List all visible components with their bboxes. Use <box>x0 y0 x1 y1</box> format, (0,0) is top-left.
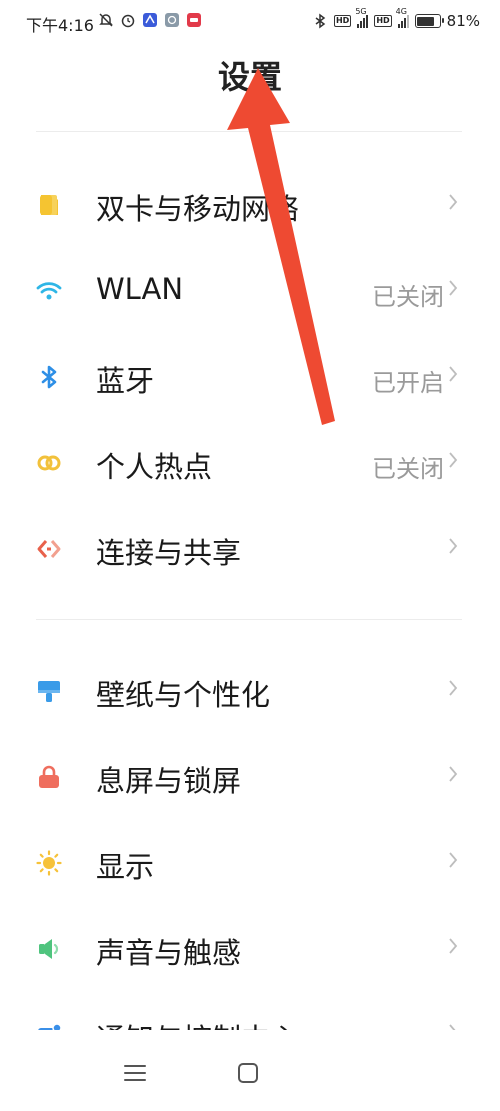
settings-item-bluetooth[interactable]: 蓝牙 已开启 <box>0 334 500 420</box>
bluetooth-icon <box>36 364 62 390</box>
lock-icon <box>36 764 62 790</box>
settings-item-hotspot[interactable]: 个人热点 已关闭 <box>0 420 500 506</box>
settings-item-label: 蓝牙 <box>96 364 155 398</box>
chevron-right-icon <box>448 537 458 555</box>
sun-icon <box>36 850 62 876</box>
status-bar: 下午4:16 HD 5G HD 4G 81% <box>0 0 500 44</box>
settings-item-value: 已关闭 <box>372 283 444 311</box>
sound-icon <box>36 936 62 962</box>
settings-item-label: 显示 <box>96 850 155 884</box>
chevron-right-icon <box>448 193 458 211</box>
settings-item-value: 已关闭 <box>372 455 444 483</box>
settings-item-label: 声音与触感 <box>96 936 242 970</box>
settings-item-dual-sim[interactable]: 双卡与移动网络 <box>0 162 500 248</box>
chevron-right-icon <box>448 765 458 783</box>
status-right: HD 5G HD 4G 81% <box>312 7 480 30</box>
chevron-right-icon <box>448 937 458 955</box>
menu-icon[interactable] <box>124 1064 146 1082</box>
connection-share-icon <box>36 536 62 562</box>
navigation-bar <box>0 1030 500 1111</box>
battery-percent: 81% <box>446 12 480 30</box>
section-divider <box>36 131 462 132</box>
app-notification-icon <box>164 12 180 28</box>
settings-item-label: 连接与共享 <box>96 536 242 570</box>
sim-card-icon <box>36 192 62 218</box>
alarm-clock-icon <box>120 12 136 28</box>
settings-item-lock-screen[interactable]: 息屏与锁屏 <box>0 734 500 820</box>
settings-item-label: 壁纸与个性化 <box>96 678 271 712</box>
app-notification-icon <box>186 12 202 28</box>
status-time: 下午4:16 <box>26 16 94 35</box>
network-type: 5G <box>355 7 367 16</box>
status-left-icons <box>98 12 202 28</box>
hd-badge: HD <box>333 15 352 27</box>
settings-item-label: 息屏与锁屏 <box>96 764 242 798</box>
page-title: 设置 <box>217 58 282 96</box>
settings-item-display[interactable]: 显示 <box>0 820 500 906</box>
alarm-off-icon <box>98 12 114 28</box>
app-notification-icon <box>142 12 158 28</box>
home-icon[interactable] <box>238 1063 258 1083</box>
section-divider <box>36 619 462 620</box>
network-type: 4G <box>395 7 407 16</box>
chevron-right-icon <box>448 851 458 869</box>
signal-icon: 5G <box>355 7 369 28</box>
settings-item-label: 个人热点 <box>96 450 213 484</box>
settings-item-wallpaper[interactable]: 壁纸与个性化 <box>0 648 500 734</box>
battery-fill <box>417 16 434 26</box>
signal-icon: 4G <box>396 7 409 28</box>
bluetooth-status-icon <box>312 13 328 29</box>
hd-badge: HD <box>374 15 392 27</box>
settings-item-label: WLAN <box>96 272 184 306</box>
hotspot-icon <box>36 450 62 476</box>
chevron-right-icon <box>448 679 458 697</box>
settings-item-label: 双卡与移动网络 <box>96 192 300 226</box>
settings-item-value: 已开启 <box>372 369 444 397</box>
chevron-right-icon <box>448 279 458 297</box>
wifi-icon <box>36 278 62 304</box>
settings-item-connection-share[interactable]: 连接与共享 <box>0 506 500 592</box>
wallpaper-icon <box>36 678 62 704</box>
settings-item-wlan[interactable]: WLAN 已关闭 <box>0 248 500 334</box>
battery-icon <box>414 14 444 28</box>
settings-item-sound[interactable]: 声音与触感 <box>0 906 500 992</box>
chevron-right-icon <box>448 451 458 469</box>
chevron-right-icon <box>448 365 458 383</box>
